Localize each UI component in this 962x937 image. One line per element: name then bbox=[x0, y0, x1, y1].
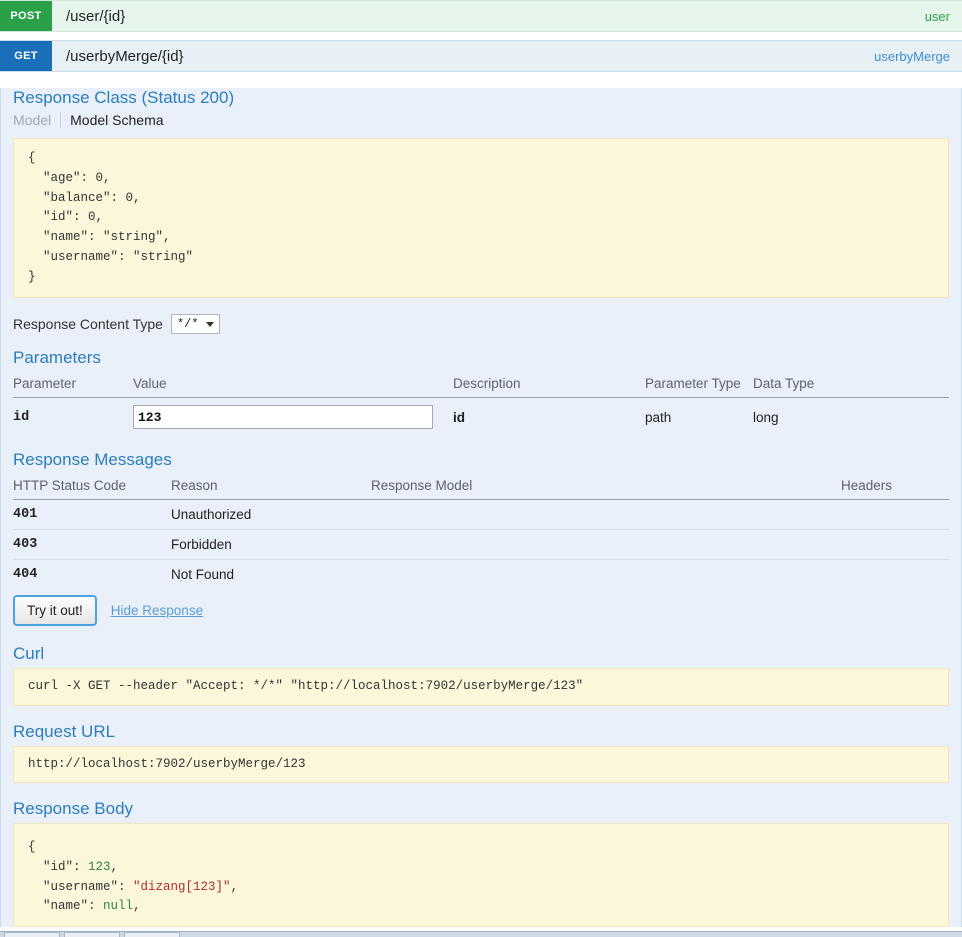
status-reason: Forbidden bbox=[171, 530, 371, 560]
rm-col-headers: Headers bbox=[841, 474, 949, 500]
status-model bbox=[371, 560, 841, 590]
status-headers bbox=[841, 560, 949, 590]
response-body-value: "dizang[123]" bbox=[133, 880, 231, 894]
response-body-comma: , bbox=[133, 899, 141, 913]
curl-command-code: curl -X GET --header "Accept: */*" "http… bbox=[13, 668, 949, 706]
response-content-type-select[interactable]: */* bbox=[171, 314, 220, 334]
response-content-type-value: */* bbox=[177, 317, 199, 331]
operation-path-get[interactable]: /userbyMerge/{id} bbox=[52, 41, 874, 71]
status-reason: Unauthorized bbox=[171, 500, 371, 530]
tab-model[interactable]: Model bbox=[13, 112, 60, 128]
status-model bbox=[371, 500, 841, 530]
taskbar-item[interactable] bbox=[64, 932, 120, 937]
hide-response-link[interactable]: Hide Response bbox=[111, 603, 203, 618]
response-messages-header-row: HTTP Status Code Reason Response Model H… bbox=[13, 474, 949, 500]
parameter-type: path bbox=[645, 398, 753, 437]
method-badge-post: POST bbox=[0, 1, 52, 31]
parameter-name: id bbox=[13, 398, 133, 437]
response-body-key: "id" bbox=[43, 860, 73, 874]
try-it-out-button[interactable]: Try it out! bbox=[13, 595, 97, 626]
response-messages-heading: Response Messages bbox=[13, 450, 949, 470]
response-content-type-row: Response Content Type */* bbox=[13, 314, 949, 334]
response-content-type-label: Response Content Type bbox=[13, 316, 163, 332]
response-body-key: "name" bbox=[43, 899, 88, 913]
status-reason: Not Found bbox=[171, 560, 371, 590]
response-class-heading: Response Class (Status 200) bbox=[13, 88, 949, 108]
table-row: id id path long bbox=[13, 398, 949, 437]
response-messages-table: HTTP Status Code Reason Response Model H… bbox=[13, 474, 949, 589]
request-url-heading: Request URL bbox=[13, 722, 949, 742]
table-row: 401 Unauthorized bbox=[13, 500, 949, 530]
method-badge-get: GET bbox=[0, 41, 52, 71]
rm-col-reason: Reason bbox=[171, 474, 371, 500]
operation-path-post[interactable]: /user/{id} bbox=[52, 1, 925, 31]
table-row: 404 Not Found bbox=[13, 560, 949, 590]
model-tabs: Model Model Schema bbox=[13, 112, 949, 128]
response-body-line: { bbox=[28, 840, 36, 854]
parameters-col-parameter: Parameter bbox=[13, 372, 133, 398]
response-body-code: { "id": 123, "username": "dizang[123]", … bbox=[13, 823, 949, 927]
operation-row-get[interactable]: GET /userbyMerge/{id} userbyMerge bbox=[0, 40, 962, 72]
parameters-col-data-type: Data Type bbox=[753, 372, 949, 398]
status-code: 403 bbox=[13, 530, 171, 560]
rm-col-response-model: Response Model bbox=[371, 474, 841, 500]
chevron-down-icon bbox=[206, 322, 214, 327]
row-gap bbox=[0, 32, 962, 40]
response-body-key: "username" bbox=[43, 880, 118, 894]
rm-col-status-code: HTTP Status Code bbox=[13, 474, 171, 500]
operation-row-post[interactable]: POST /user/{id} user bbox=[0, 0, 962, 32]
taskbar-item[interactable] bbox=[4, 932, 60, 937]
tab-model-schema[interactable]: Model Schema bbox=[60, 112, 172, 128]
operation-details-panel: Response Class (Status 200) Model Model … bbox=[0, 88, 962, 927]
status-model bbox=[371, 530, 841, 560]
model-schema-code: { "age": 0, "balance": 0, "id": 0, "name… bbox=[13, 138, 949, 298]
parameter-value-input[interactable] bbox=[133, 405, 433, 429]
operation-tag-user[interactable]: user bbox=[925, 1, 962, 31]
parameters-col-parameter-type: Parameter Type bbox=[645, 372, 753, 398]
os-taskbar bbox=[0, 931, 962, 937]
parameters-col-value: Value bbox=[133, 372, 453, 398]
response-body-comma: , bbox=[111, 860, 119, 874]
status-code: 404 bbox=[13, 560, 171, 590]
status-code: 401 bbox=[13, 500, 171, 530]
parameters-header-row: Parameter Value Description Parameter Ty… bbox=[13, 372, 949, 398]
response-body-value: 123 bbox=[88, 860, 111, 874]
operation-actions: Try it out! Hide Response bbox=[13, 595, 949, 628]
parameter-value-cell bbox=[133, 398, 453, 437]
status-headers bbox=[841, 500, 949, 530]
parameters-table: Parameter Value Description Parameter Ty… bbox=[13, 372, 949, 436]
taskbar-item[interactable] bbox=[124, 932, 180, 937]
response-body-comma: , bbox=[231, 880, 239, 894]
request-url-code: http://localhost:7902/userbyMerge/123 bbox=[13, 746, 949, 784]
operation-tag-userbymerge[interactable]: userbyMerge bbox=[874, 41, 962, 71]
parameters-heading: Parameters bbox=[13, 348, 949, 368]
parameters-col-description: Description bbox=[453, 372, 645, 398]
parameter-data-type: long bbox=[753, 398, 949, 437]
parameter-description: id bbox=[453, 398, 645, 437]
status-headers bbox=[841, 530, 949, 560]
response-body-heading: Response Body bbox=[13, 799, 949, 819]
table-row: 403 Forbidden bbox=[13, 530, 949, 560]
curl-heading: Curl bbox=[13, 644, 949, 664]
response-body-value: null bbox=[103, 899, 133, 913]
